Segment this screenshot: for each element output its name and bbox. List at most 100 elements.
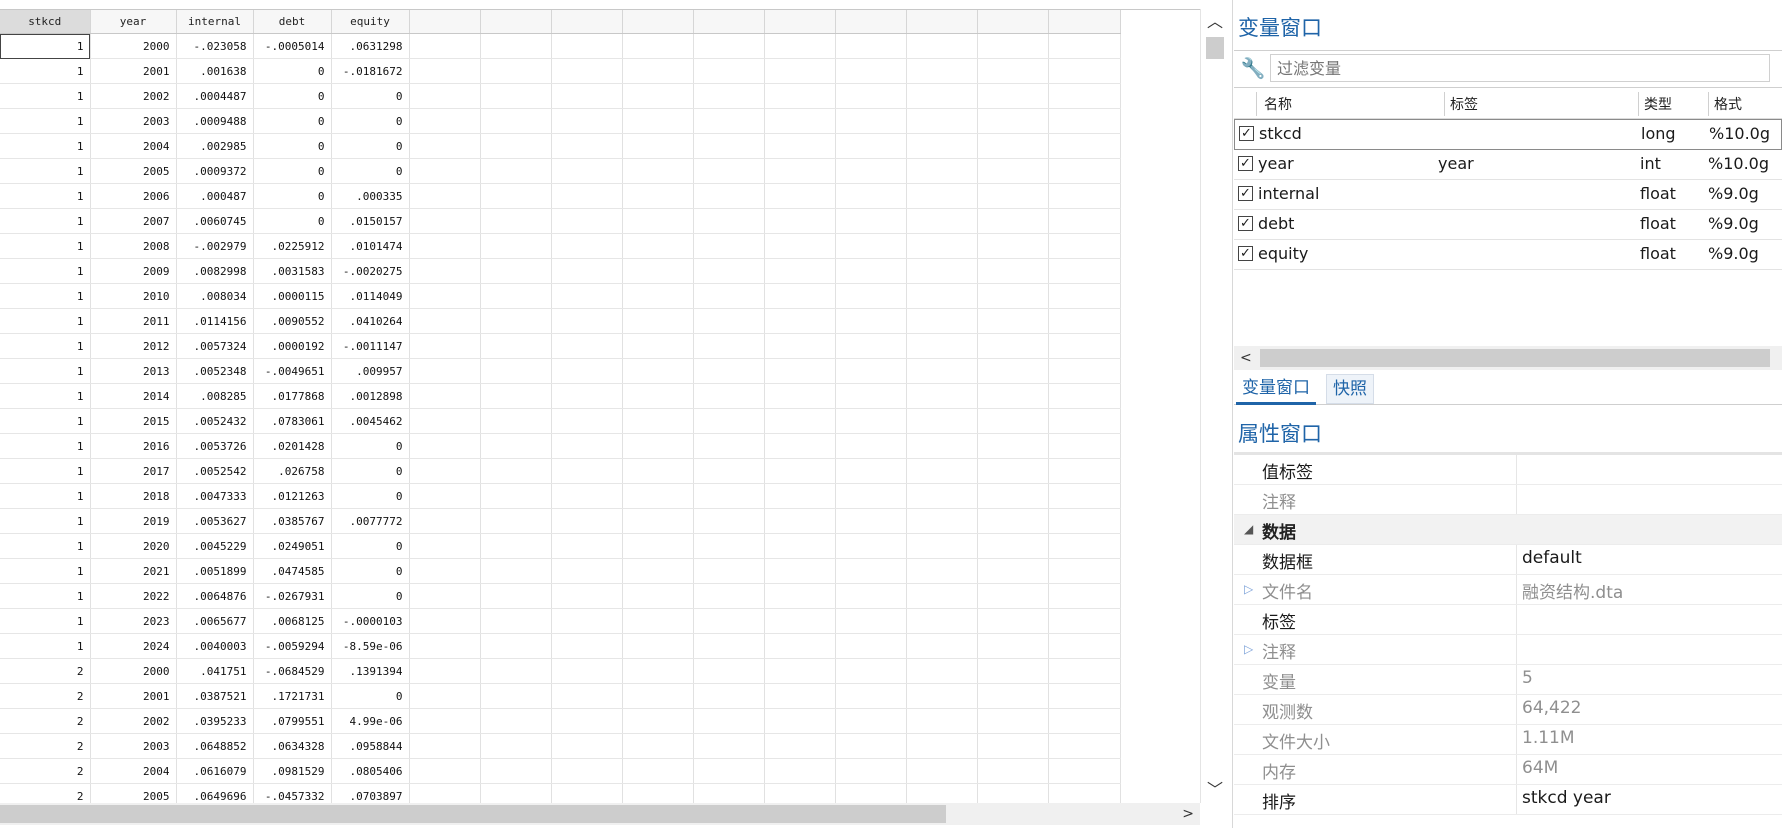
cell-empty[interactable] xyxy=(977,683,1049,709)
cell-year[interactable]: 2004 xyxy=(90,133,177,159)
cell-equity[interactable]: 0 xyxy=(331,683,410,709)
cell-empty[interactable] xyxy=(409,708,481,734)
cell-empty[interactable] xyxy=(551,708,623,734)
cell-empty[interactable] xyxy=(764,158,836,184)
column-header-year[interactable]: year xyxy=(90,10,177,34)
cell-empty[interactable] xyxy=(409,358,481,384)
cell-stkcd[interactable]: 1 xyxy=(0,233,91,259)
cell-empty[interactable] xyxy=(906,108,978,134)
cell-debt[interactable]: .0068125 xyxy=(253,608,332,634)
cell-year[interactable]: 2001 xyxy=(90,58,177,84)
cell-equity[interactable]: 0 xyxy=(331,458,410,484)
cell-year[interactable]: 2010 xyxy=(90,283,177,309)
cell-equity[interactable]: 4.99e-06 xyxy=(331,708,410,734)
cell-internal[interactable]: .001638 xyxy=(176,58,254,84)
cell-equity[interactable]: -.0000103 xyxy=(331,608,410,634)
cell-empty[interactable] xyxy=(977,208,1049,234)
cell-empty[interactable] xyxy=(693,683,765,709)
cell-empty[interactable] xyxy=(693,783,765,804)
cell-equity[interactable]: 0 xyxy=(331,583,410,609)
cell-stkcd[interactable]: 1 xyxy=(0,583,91,609)
cell-empty[interactable] xyxy=(835,683,907,709)
cell-equity[interactable]: 0 xyxy=(331,433,410,459)
cell-empty[interactable] xyxy=(835,258,907,284)
cell-empty[interactable] xyxy=(551,533,623,559)
cell-empty[interactable] xyxy=(906,758,978,784)
cell-empty[interactable] xyxy=(480,58,552,84)
cell-empty[interactable] xyxy=(1048,583,1121,609)
column-header-type[interactable]: 类型 xyxy=(1644,94,1672,114)
cell-empty[interactable] xyxy=(906,183,978,209)
cell-empty[interactable] xyxy=(409,683,481,709)
cell-empty[interactable] xyxy=(551,158,623,184)
cell-empty[interactable] xyxy=(1048,458,1121,484)
cell-empty[interactable] xyxy=(551,633,623,659)
cell-empty[interactable] xyxy=(764,708,836,734)
cell-empty[interactable] xyxy=(480,758,552,784)
collapse-arrow-icon[interactable]: ◢ xyxy=(1244,522,1253,536)
cell-empty[interactable] xyxy=(480,308,552,334)
property-row[interactable]: ▷ 文件名 融资结构.dta xyxy=(1234,575,1782,605)
cell-empty[interactable] xyxy=(764,133,836,159)
property-row[interactable]: ▷ 注释 xyxy=(1234,635,1782,665)
cell-empty[interactable] xyxy=(764,233,836,259)
property-row[interactable]: 注释 xyxy=(1234,485,1782,515)
cell-equity[interactable]: .0114049 xyxy=(331,283,410,309)
cell-empty[interactable] xyxy=(409,733,481,759)
cell-empty[interactable] xyxy=(622,433,694,459)
cell-empty[interactable] xyxy=(551,608,623,634)
cell-internal[interactable]: .041751 xyxy=(176,658,254,684)
cell-empty[interactable] xyxy=(551,558,623,584)
cell-empty[interactable] xyxy=(622,658,694,684)
cell-internal[interactable]: .000487 xyxy=(176,183,254,209)
cell-empty[interactable] xyxy=(622,333,694,359)
cell-empty[interactable] xyxy=(906,358,978,384)
cell-debt[interactable]: -.0049651 xyxy=(253,358,332,384)
cell-empty[interactable] xyxy=(977,558,1049,584)
cell-empty[interactable] xyxy=(764,783,836,804)
cell-empty[interactable] xyxy=(693,483,765,509)
cell-stkcd[interactable]: 2 xyxy=(0,783,91,804)
cell-empty[interactable] xyxy=(551,258,623,284)
cell-debt[interactable]: -.0457332 xyxy=(253,783,332,804)
cell-equity[interactable]: 0 xyxy=(331,158,410,184)
cell-empty[interactable] xyxy=(693,308,765,334)
cell-empty[interactable] xyxy=(835,758,907,784)
cell-empty[interactable] xyxy=(906,508,978,534)
cell-empty[interactable] xyxy=(835,83,907,109)
cell-debt[interactable]: .0000115 xyxy=(253,283,332,309)
cell-empty[interactable] xyxy=(977,183,1049,209)
column-header-internal[interactable]: internal xyxy=(176,10,254,34)
cell-empty[interactable] xyxy=(835,108,907,134)
cell-empty[interactable] xyxy=(409,258,481,284)
cell-empty[interactable] xyxy=(409,558,481,584)
cell-empty[interactable] xyxy=(551,383,623,409)
cell-debt[interactable]: .0031583 xyxy=(253,258,332,284)
cell-empty[interactable] xyxy=(764,383,836,409)
expand-arrow-icon[interactable]: ▷ xyxy=(1244,582,1253,596)
cell-stkcd[interactable]: 1 xyxy=(0,333,91,359)
cell-empty[interactable] xyxy=(551,333,623,359)
cell-internal[interactable]: .0648852 xyxy=(176,733,254,759)
cell-empty[interactable] xyxy=(409,208,481,234)
cell-empty[interactable] xyxy=(764,533,836,559)
cell-empty[interactable] xyxy=(480,433,552,459)
cell-equity[interactable]: 0 xyxy=(331,83,410,109)
cell-empty[interactable] xyxy=(693,108,765,134)
cell-empty[interactable] xyxy=(551,208,623,234)
cell-empty[interactable] xyxy=(551,783,623,804)
cell-equity[interactable]: .0958844 xyxy=(331,733,410,759)
cell-empty[interactable] xyxy=(693,233,765,259)
property-row[interactable]: 标签 xyxy=(1234,605,1782,635)
cell-empty[interactable] xyxy=(906,733,978,759)
cell-empty[interactable] xyxy=(551,108,623,134)
cell-year[interactable]: 2018 xyxy=(90,483,177,509)
cell-year[interactable]: 2017 xyxy=(90,458,177,484)
variable-checkbox[interactable]: ✓ xyxy=(1238,246,1253,261)
cell-empty[interactable] xyxy=(977,283,1049,309)
cell-empty[interactable] xyxy=(835,408,907,434)
cell-empty[interactable] xyxy=(480,508,552,534)
cell-debt[interactable]: .0634328 xyxy=(253,733,332,759)
tab-variables[interactable]: 变量窗口 xyxy=(1236,374,1316,405)
cell-empty[interactable] xyxy=(693,758,765,784)
